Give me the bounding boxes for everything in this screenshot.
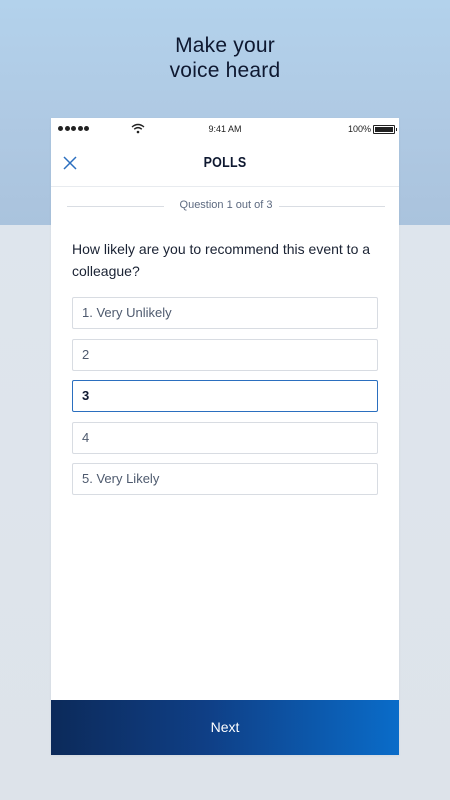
option-4[interactable]: 4	[72, 421, 378, 454]
status-time: 9:41 AM	[208, 124, 242, 134]
next-button[interactable]: Next	[51, 700, 399, 755]
question-progress: Question 1 out of 3	[67, 199, 385, 213]
promo-headline: Make your voice heard	[0, 33, 450, 83]
nav-bar: POLLS	[51, 140, 399, 187]
question-counter: Question 1 out of 3	[173, 199, 279, 211]
option-3[interactable]: 3	[72, 380, 378, 412]
phone-screen: 9:41 AM 100% POLLS Question 1 out of 3 H…	[51, 118, 399, 755]
option-5[interactable]: 5. Very Likely	[72, 463, 378, 495]
status-bar: 9:41 AM 100%	[51, 118, 399, 140]
battery-icon	[373, 125, 397, 134]
page-title: POLLS	[203, 155, 247, 171]
headline-line-2: voice heard	[169, 59, 281, 82]
question-text: How likely are you to recommend this eve…	[72, 241, 371, 279]
option-1[interactable]: 1. Very Unlikely	[72, 297, 378, 329]
option-2[interactable]: 2	[72, 338, 378, 371]
answer-options: 1. Very Unlikely 2 3 4 5. Very Likely	[72, 297, 378, 505]
battery-percentage: 100%	[348, 124, 372, 134]
headline-line-1: Make your	[175, 34, 275, 57]
